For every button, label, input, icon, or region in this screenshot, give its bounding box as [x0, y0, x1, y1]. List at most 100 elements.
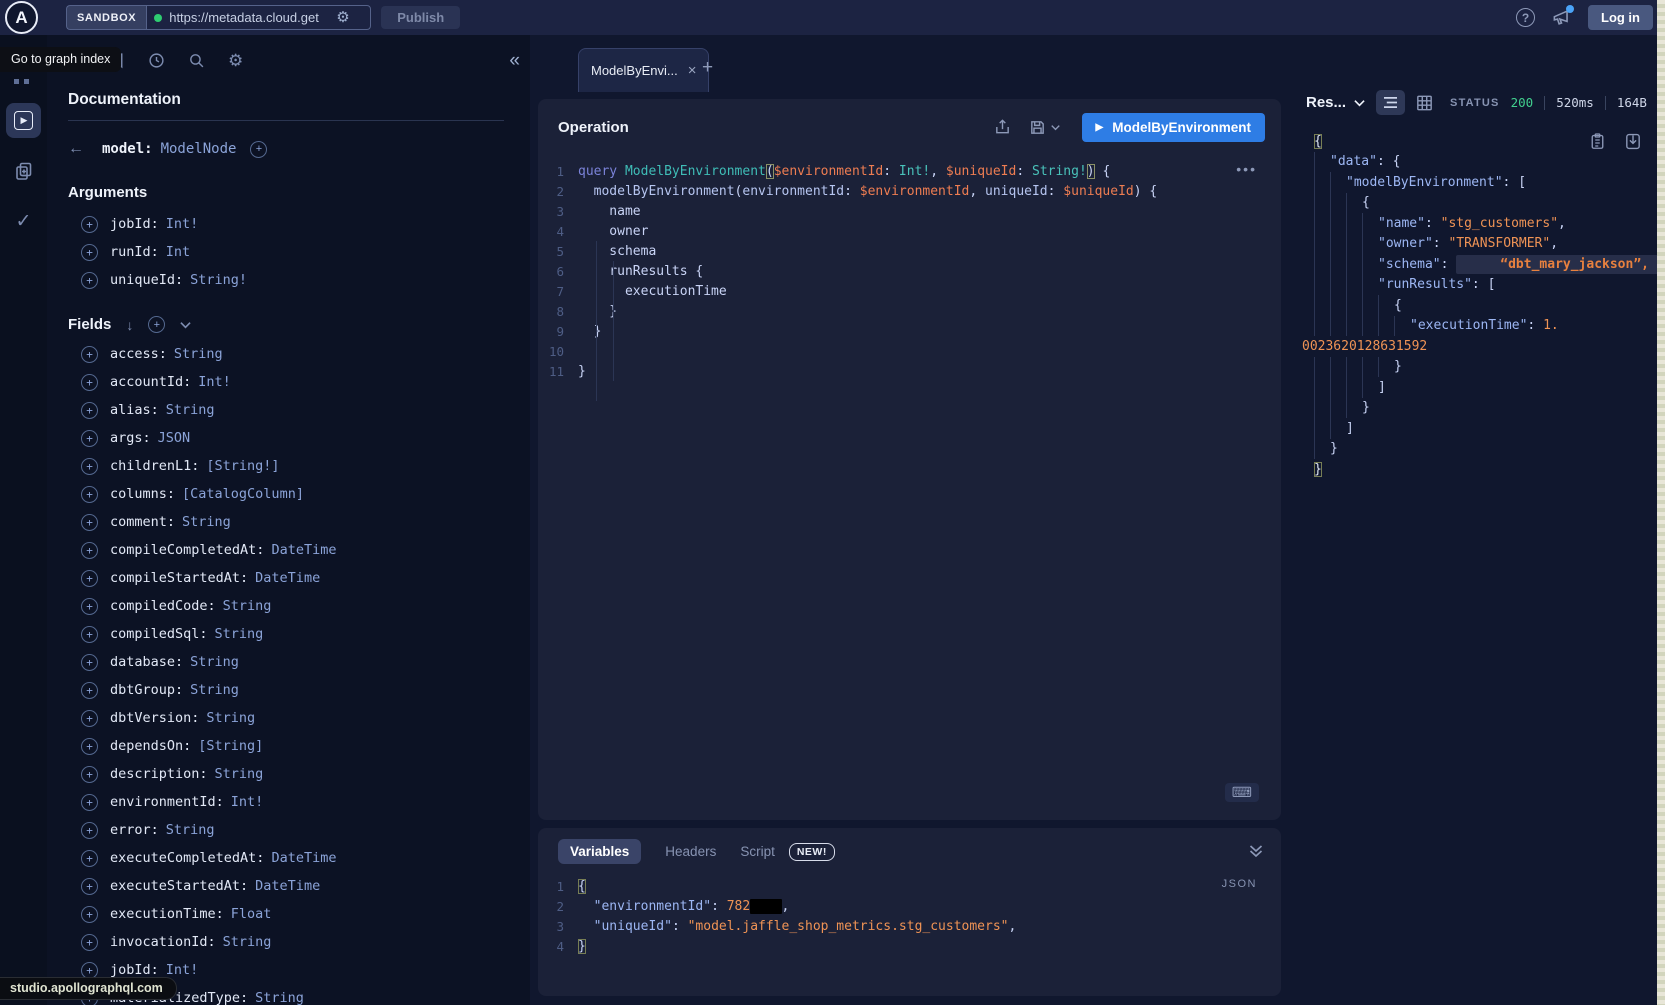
code-line[interactable]: 7 executionTime	[538, 281, 1281, 301]
keyboard-shortcuts-icon[interactable]: ⌨	[1225, 783, 1259, 802]
announcements-megaphone-icon[interactable]	[1552, 8, 1571, 27]
table-view-icon[interactable]	[1416, 95, 1433, 111]
sort-descending-icon[interactable]: ↓	[126, 317, 133, 333]
field-type-link[interactable]: Int!	[166, 962, 199, 978]
browser-scrollbar[interactable]	[1657, 0, 1665, 1005]
field-type-link[interactable]: String	[166, 402, 215, 418]
field-type-link[interactable]: String	[206, 710, 255, 726]
sidebar-item-checks[interactable]: ✓	[6, 204, 41, 239]
code-line[interactable]: 2 "environmentId": 782 ,	[538, 896, 1281, 916]
add-field-button[interactable]: +	[81, 458, 98, 475]
field-type-link[interactable]: Float	[231, 906, 272, 922]
code-line[interactable]: 2 modelByEnvironment(environmentId: $env…	[538, 181, 1281, 201]
new-tab-button[interactable]: +	[702, 57, 713, 79]
add-field-button[interactable]: +	[81, 430, 98, 447]
endpoint-url-input[interactable]: https://metadata.cloud.get	[169, 10, 329, 25]
response-body[interactable]: {"data": {"modelByEnvironment": [{"name"…	[1290, 131, 1657, 480]
sidebar-item-explorer[interactable]: ▶	[6, 103, 41, 138]
field-type-link[interactable]: String	[215, 766, 264, 782]
download-response-icon[interactable]	[1625, 133, 1641, 150]
endpoint-url-box[interactable]: https://metadata.cloud.get ⚙	[146, 5, 371, 30]
endpoint-settings-gear-icon[interactable]: ⚙	[336, 10, 349, 25]
operation-editor[interactable]: 1query ModelByEnvironment($environmentId…	[538, 155, 1281, 381]
add-field-button[interactable]: +	[81, 542, 98, 559]
breadcrumb-type-link[interactable]: ModelNode	[161, 141, 237, 157]
tab-headers[interactable]: Headers	[665, 844, 716, 859]
copy-response-icon[interactable]	[1590, 133, 1605, 150]
field-type-link[interactable]: JSON	[158, 430, 191, 446]
add-field-button[interactable]: +	[81, 514, 98, 531]
chevron-down-icon[interactable]	[180, 321, 191, 329]
add-all-fields-button[interactable]: +	[148, 316, 165, 333]
save-control[interactable]	[1029, 119, 1060, 136]
add-field-button[interactable]: +	[81, 766, 98, 783]
field-type-link[interactable]: DateTime	[271, 850, 336, 866]
field-type-link[interactable]: String	[223, 598, 272, 614]
sidebar-item-changelog[interactable]	[6, 153, 41, 188]
field-type-link[interactable]: DateTime	[255, 878, 320, 894]
field-type-link[interactable]: String	[223, 934, 272, 950]
field-type-link[interactable]: DateTime	[255, 570, 320, 586]
add-field-button[interactable]: +	[81, 962, 98, 979]
add-field-button[interactable]: +	[81, 850, 98, 867]
add-field-button[interactable]: +	[81, 794, 98, 811]
field-type-link[interactable]: String	[174, 346, 223, 362]
publish-button[interactable]: Publish	[381, 6, 460, 29]
code-line[interactable]: 4}	[538, 936, 1281, 956]
field-type-link[interactable]: String	[255, 990, 304, 1005]
variables-editor[interactable]: JSON 1{2 "environmentId": 782 ,3 "unique…	[538, 864, 1281, 956]
add-field-button[interactable]: +	[81, 934, 98, 951]
history-clock-icon[interactable]	[148, 52, 165, 69]
field-type-link[interactable]: DateTime	[271, 542, 336, 558]
tab-variables[interactable]: Variables	[558, 839, 641, 864]
settings-gear-icon[interactable]: ⚙	[228, 52, 243, 69]
field-type-link[interactable]: Int!	[198, 374, 231, 390]
response-title-dropdown[interactable]: Res...	[1306, 94, 1365, 111]
back-arrow-icon[interactable]: ←	[68, 140, 94, 158]
field-type-link[interactable]: [String]	[198, 738, 263, 754]
add-field-button[interactable]: +	[81, 822, 98, 839]
add-field-button[interactable]: +	[81, 346, 98, 363]
share-icon[interactable]	[994, 118, 1011, 136]
field-type-link[interactable]: String	[166, 822, 215, 838]
field-type-link[interactable]: Int	[166, 244, 190, 260]
code-line[interactable]: 10	[538, 341, 1281, 361]
field-type-link[interactable]: Int!	[166, 216, 199, 232]
add-field-button[interactable]: +	[81, 272, 98, 289]
field-type-link[interactable]: Int!	[231, 794, 264, 810]
add-field-button[interactable]: +	[81, 598, 98, 615]
field-type-link[interactable]: String!	[190, 272, 247, 288]
field-type-link[interactable]: [String!]	[206, 458, 279, 474]
sandbox-badge[interactable]: SANDBOX	[66, 5, 146, 30]
add-field-button[interactable]: +	[81, 682, 98, 699]
field-type-link[interactable]: String	[190, 682, 239, 698]
code-line[interactable]: 3 "uniqueId": "model.jaffle_shop_metrics…	[538, 916, 1281, 936]
field-type-link[interactable]: String	[190, 654, 239, 670]
code-line[interactable]: 4 owner	[538, 221, 1281, 241]
code-line[interactable]: 11}	[538, 361, 1281, 381]
code-line[interactable]: 6 runResults {	[538, 261, 1281, 281]
code-line[interactable]: 1{	[538, 876, 1281, 896]
code-line[interactable]: 8 }	[538, 301, 1281, 321]
help-icon[interactable]: ?	[1516, 8, 1535, 27]
field-type-link[interactable]: [CatalogColumn]	[182, 486, 304, 502]
raw-view-icon[interactable]	[1376, 90, 1405, 115]
close-tab-icon[interactable]: ×	[688, 62, 697, 79]
add-field-button[interactable]: +	[81, 906, 98, 923]
collapse-panel-icon[interactable]: «	[509, 51, 520, 70]
collapse-panel-double-chevron-icon[interactable]	[1249, 845, 1263, 858]
field-type-link[interactable]: String	[215, 626, 264, 642]
apollo-logo[interactable]: A	[5, 1, 38, 34]
add-field-button[interactable]: +	[81, 710, 98, 727]
add-field-button[interactable]: +	[81, 244, 98, 261]
add-field-button[interactable]: +	[81, 626, 98, 643]
code-line[interactable]: 3 name	[538, 201, 1281, 221]
add-field-button[interactable]: +	[81, 878, 98, 895]
code-line[interactable]: 5 schema	[538, 241, 1281, 261]
editor-overflow-menu-icon[interactable]: •••	[1236, 161, 1257, 177]
add-field-button[interactable]: +	[81, 654, 98, 671]
run-operation-button[interactable]: ▶ ModelByEnvironment	[1082, 113, 1265, 142]
add-field-button[interactable]: +	[81, 374, 98, 391]
add-field-button[interactable]: +	[81, 570, 98, 587]
search-icon[interactable]	[188, 52, 205, 69]
